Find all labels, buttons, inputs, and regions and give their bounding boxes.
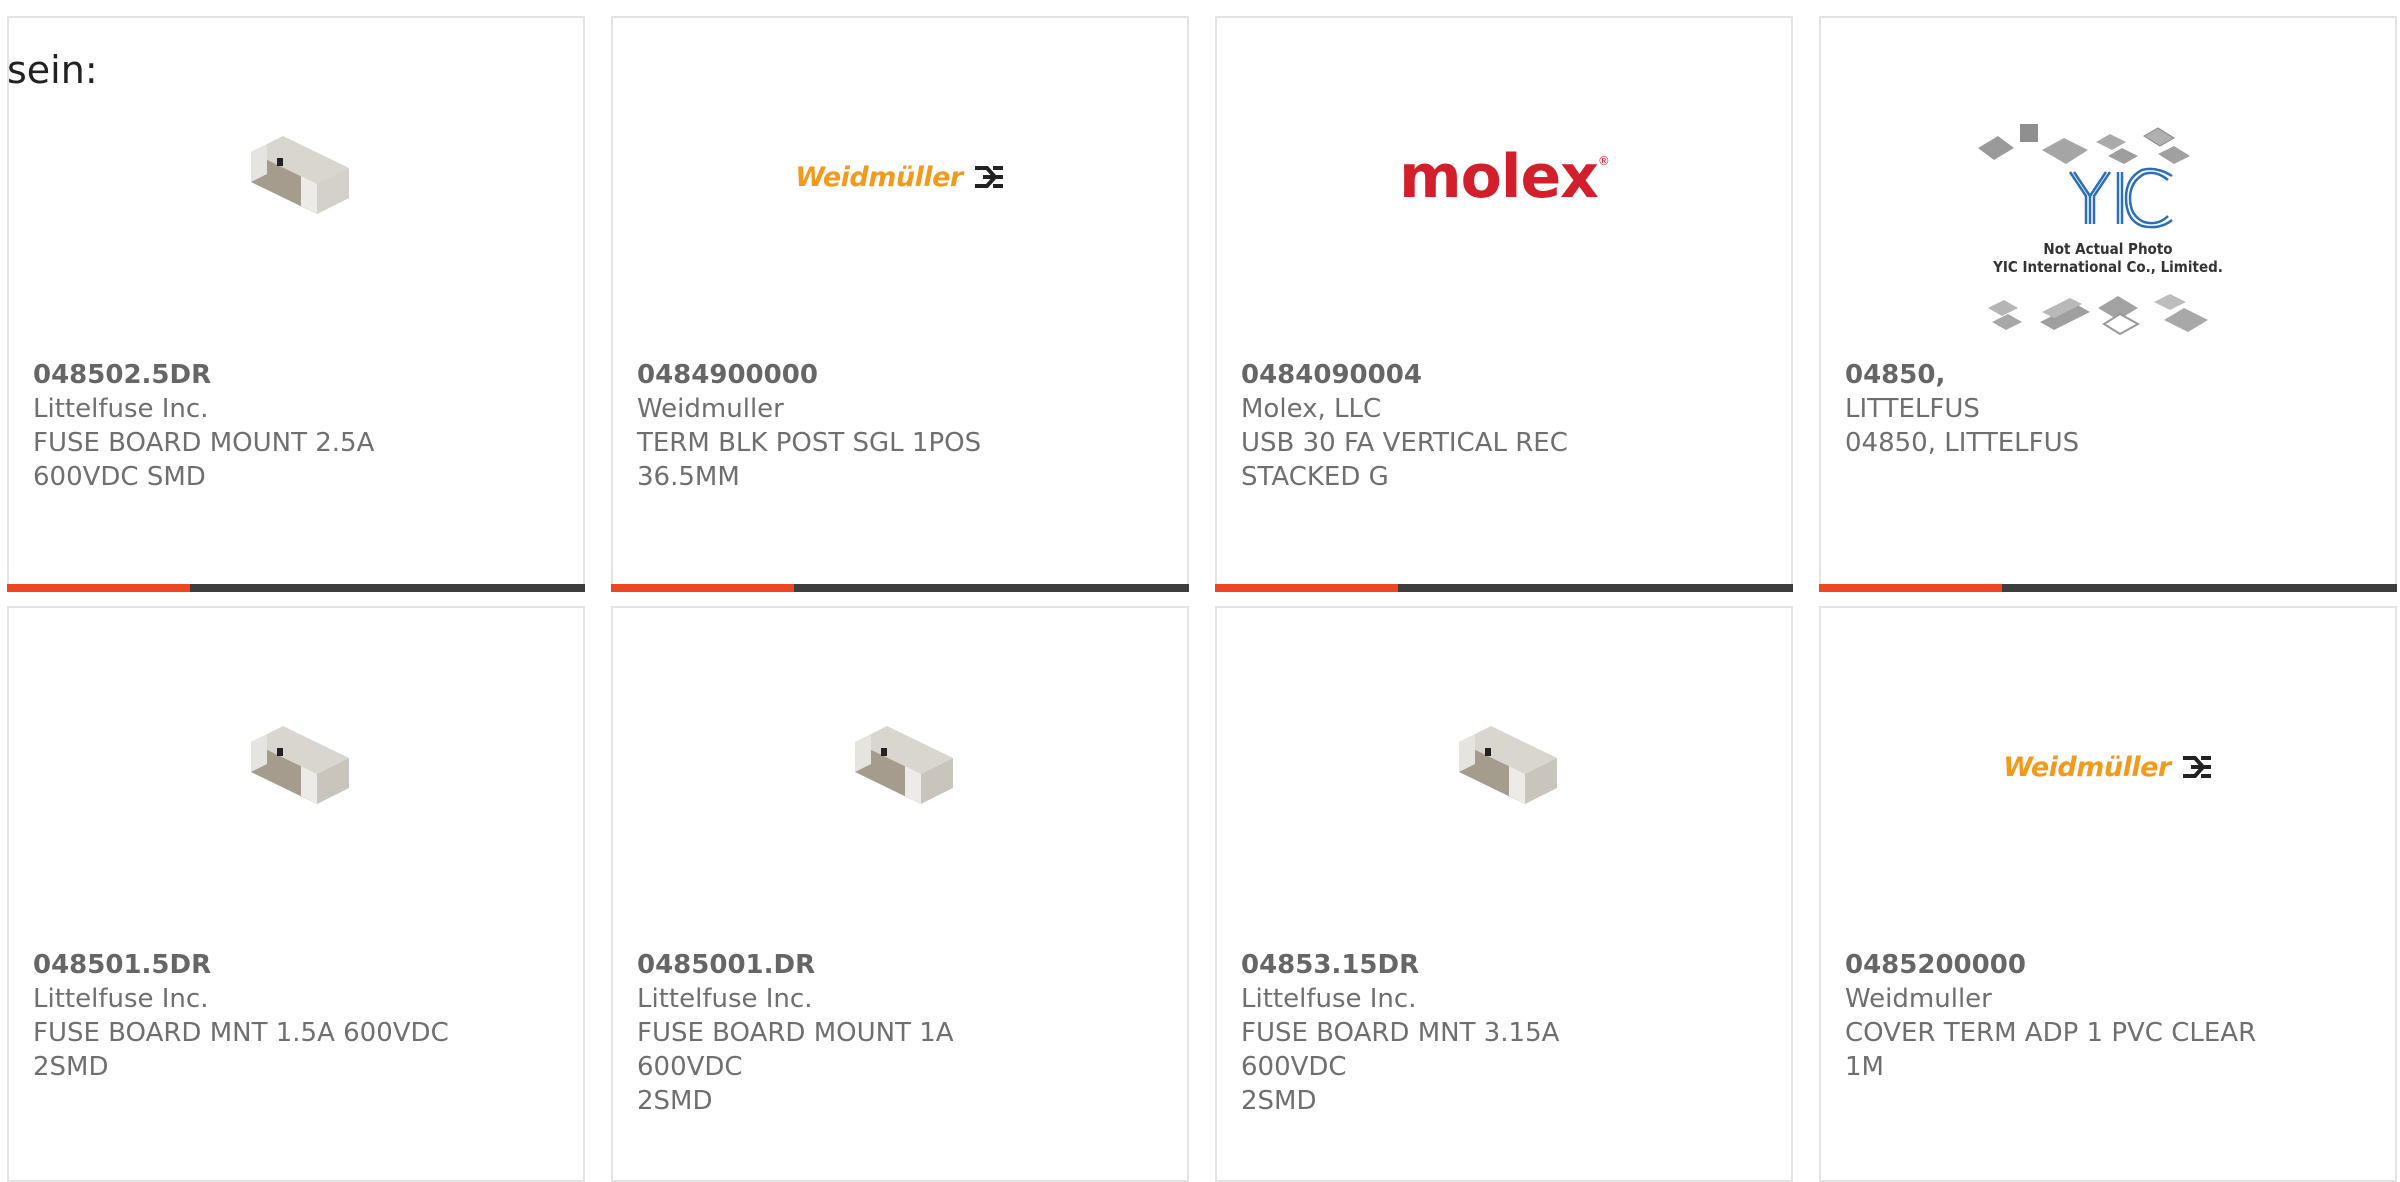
fuse-chip-icon <box>251 136 349 214</box>
product-card[interactable]: 04853.15DR Littelfuse Inc. FUSE BOARD MN… <box>1215 606 1793 1182</box>
description-line: FUSE BOARD MNT 1.5A 600VDC <box>33 1018 449 1048</box>
part-number[interactable]: 0485200000 <box>1845 948 2265 982</box>
part-number[interactable]: 048502.5DR <box>33 358 453 392</box>
manufacturer: Weidmuller <box>637 394 784 424</box>
product-card[interactable]: 048501.5DR Littelfuse Inc. FUSE BOARD MN… <box>7 606 585 1182</box>
description-line: FUSE BOARD MNT 3.15A 600VDC <box>1241 1018 1560 1082</box>
description-line: 2SMD <box>637 1086 713 1116</box>
logo-text: Weidmüller <box>2003 751 2171 783</box>
description-line: 04850, LITTELFUS <box>1845 428 2080 458</box>
product-image: Weidmüller <box>613 93 1187 261</box>
product-card[interactable]: molex® 0484090004 Molex, LLC USB 30 FA V… <box>1215 16 1793 592</box>
description-line: 600VDC SMD <box>33 462 206 492</box>
product-image: Weidmüller <box>1821 683 2395 851</box>
product-card[interactable]: Weidmüller 0485200000 Weidmuller COVER T… <box>1819 606 2397 1182</box>
prefix-text: sein: <box>7 48 98 92</box>
product-card[interactable]: 0485001.DR Littelfuse Inc. FUSE BOARD MO… <box>611 606 1189 1182</box>
description-line: STACKED G <box>1241 462 1389 492</box>
manufacturer: Molex, LLC <box>1241 394 1382 424</box>
product-card[interactable]: 048502.5DR Littelfuse Inc. FUSE BOARD MO… <box>7 16 585 592</box>
part-number[interactable]: 0484090004 <box>1241 358 1661 392</box>
weidmuller-mark-icon <box>974 166 1003 188</box>
yic-placeholder-icon: Not Actual Photo YIC International Co., … <box>1978 124 2223 336</box>
yic-line1: Not Actual Photo <box>2043 240 2172 258</box>
card-bar <box>611 584 1189 592</box>
part-number[interactable]: 0484900000 <box>637 358 1057 392</box>
description-line: 36.5MM <box>637 462 740 492</box>
manufacturer: Littelfuse Inc. <box>33 394 209 424</box>
weidmuller-logo: Weidmüller <box>795 162 1004 193</box>
product-image <box>9 683 583 851</box>
card-bar-accent <box>1819 584 2002 592</box>
manufacturer: Littelfuse Inc. <box>637 984 813 1014</box>
card-bar <box>1819 584 2397 592</box>
description-line: TERM BLK POST SGL 1POS <box>637 428 982 458</box>
product-card[interactable]: Weidmüller 0484900000 Weidmuller TERM BL… <box>611 16 1189 592</box>
product-image: Not Actual Photo YIC International Co., … <box>1821 98 2395 368</box>
description-line: 2SMD <box>33 1052 109 1082</box>
fuse-chip-icon <box>251 726 349 804</box>
product-image <box>1217 683 1791 851</box>
fuse-chip-icon <box>1459 726 1557 804</box>
fuse-chip-icon <box>855 726 953 804</box>
logo-text: Weidmüller <box>795 161 963 193</box>
molex-logo: molex® <box>1399 142 1610 212</box>
product-card[interactable]: Not Actual Photo YIC International Co., … <box>1819 16 2397 592</box>
card-bar-accent <box>1215 584 1398 592</box>
card-bar <box>7 584 585 592</box>
description-line: FUSE BOARD MOUNT 2.5A <box>33 428 375 458</box>
logo-text: molex <box>1399 142 1599 212</box>
product-image <box>9 93 583 261</box>
card-bar-accent <box>611 584 794 592</box>
product-image: molex® <box>1217 93 1791 261</box>
weidmuller-mark-icon <box>2182 756 2211 778</box>
manufacturer: LITTELFUS <box>1845 394 1980 424</box>
product-image <box>613 683 1187 851</box>
manufacturer: Littelfuse Inc. <box>1241 984 1417 1014</box>
manufacturer: Weidmuller <box>1845 984 1992 1014</box>
part-number[interactable]: 04850, <box>1845 358 2265 392</box>
manufacturer: Littelfuse Inc. <box>33 984 209 1014</box>
weidmuller-logo: Weidmüller <box>2003 752 2212 783</box>
description-line: COVER TERM ADP 1 PVC CLEAR <box>1845 1018 2257 1048</box>
description-line: 1M <box>1845 1052 1884 1082</box>
part-number[interactable]: 0485001.DR <box>637 948 1057 982</box>
description-line: FUSE BOARD MOUNT 1A 600VDC <box>637 1018 954 1082</box>
yic-line2: YIC International Co., Limited. <box>1992 258 2223 276</box>
part-number[interactable]: 048501.5DR <box>33 948 453 982</box>
part-number[interactable]: 04853.15DR <box>1241 948 1661 982</box>
description-line: USB 30 FA VERTICAL REC <box>1241 428 1568 458</box>
card-bar <box>1215 584 1793 592</box>
description-line: 2SMD <box>1241 1086 1317 1116</box>
card-bar-accent <box>7 584 190 592</box>
